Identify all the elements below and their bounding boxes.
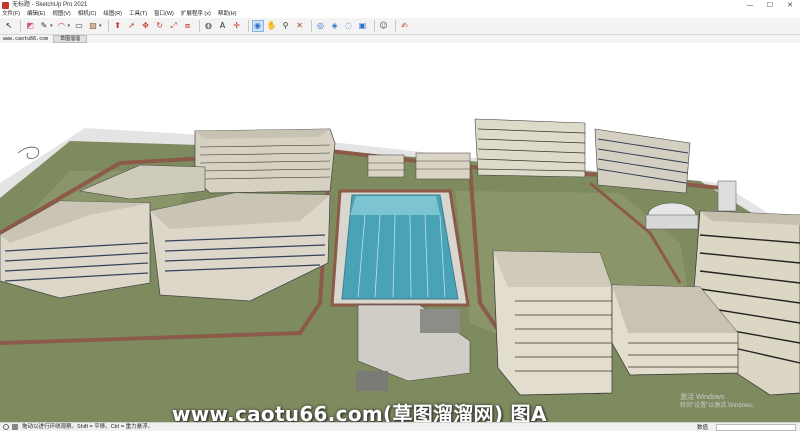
tower-small <box>717 180 737 212</box>
title-bar: 无标题 - SketchUp Pro 2021 — ☐ ✕ <box>0 0 800 10</box>
maximize-button[interactable]: ☐ <box>760 0 780 10</box>
app-logo-icon <box>2 1 9 9</box>
model-viewport[interactable]: www.caotu66.com(草图溜溜网) 图A 激活 Windows 转到"… <box>0 43 800 422</box>
arc-icon[interactable]: ◠ <box>56 20 68 32</box>
toolbar-separator <box>198 20 200 32</box>
info-icon[interactable] <box>3 424 9 430</box>
stairs <box>420 309 460 333</box>
building-small <box>415 152 471 180</box>
menu-item[interactable]: 帮助(H) <box>218 10 237 18</box>
measurements-label: 数值 <box>697 425 709 431</box>
layout-icon[interactable]: ▣ <box>357 20 369 32</box>
menu-item[interactable]: 视图(V) <box>52 10 70 18</box>
toolbar-separator <box>310 20 312 32</box>
watermark-tab-label: www.caotu66.com <box>3 36 49 42</box>
move-icon[interactable]: ✥ <box>140 20 152 32</box>
menu-item[interactable]: 窗口(W) <box>154 10 174 18</box>
site-watermark: www.caotu66.com(草图溜溜网) 图A <box>172 402 547 422</box>
rectangle-icon[interactable]: ▭ <box>73 20 85 32</box>
model-scene <box>0 118 800 422</box>
warehouse-icon[interactable]: ◎ <box>315 20 327 32</box>
zoom-extents-icon[interactable]: ✕ <box>294 20 306 32</box>
main-toolbar: ↖ ◩ ✎ ▾ ◠ ▾ ▭ ▨ ▾ ⬆ ➚ ✥ ↻ ⤢ ⧈ ◍ A ✛ ◉ ✋ ⚲ ✕ ◎ ◈ ◌ ▣ ☺ ✍ <box>0 18 800 35</box>
push-pull-icon[interactable]: ⬆ <box>112 20 124 32</box>
window-controls: — ☐ ✕ <box>740 0 800 10</box>
toolbar-separator <box>394 20 396 32</box>
orbit-icon[interactable]: ◉ <box>251 20 264 32</box>
building-small <box>367 154 405 178</box>
share-model-icon[interactable]: ◌ <box>343 20 355 32</box>
eraser-icon[interactable]: ◩ <box>24 20 36 32</box>
menu-item[interactable]: 编辑(E) <box>27 10 45 18</box>
pool-shallow <box>350 196 440 215</box>
zoom-icon[interactable]: ⚲ <box>280 20 292 32</box>
paint-bucket-icon[interactable]: ▨ <box>87 20 99 32</box>
status-hint: 拖动以进行环绕观察。Shift = 平移。Ctrl = 重力悬浮。 <box>22 423 154 430</box>
scale-icon[interactable]: ⤢ <box>168 20 180 32</box>
menu-item[interactable]: 文件(F) <box>2 10 20 18</box>
scene-tab[interactable]: 草图溜溜 <box>53 35 88 43</box>
sketch-mark <box>17 146 40 159</box>
select-icon[interactable]: ↖ <box>3 20 15 32</box>
extension-warehouse-icon[interactable]: ◈ <box>329 20 341 32</box>
follow-me-icon[interactable]: ➚ <box>126 20 138 32</box>
close-button[interactable]: ✕ <box>780 0 800 10</box>
activation-title: 激活 Windows <box>680 394 725 401</box>
roof <box>493 251 612 287</box>
account-icon[interactable]: ☺ <box>378 20 390 32</box>
menu-item[interactable]: 工具(T) <box>129 10 147 18</box>
tape-measure-icon[interactable]: ◍ <box>203 20 215 32</box>
menu-bar: 文件(F) 编辑(E) 视图(V) 相机(C) 绘图(R) 工具(T) 窗口(W) 扩展程序 … <box>0 10 800 18</box>
geolocation-icon[interactable] <box>12 424 18 430</box>
axes-icon[interactable]: ✛ <box>231 20 243 32</box>
pencil-icon[interactable]: ✎ <box>38 20 50 32</box>
scene-tabs-bar: www.caotu66.com 草图溜溜 <box>0 35 800 43</box>
toolbar-separator <box>247 20 249 32</box>
chevron-down-icon[interactable]: ▾ <box>50 23 53 29</box>
measurements-input[interactable] <box>716 424 796 431</box>
toolbar-separator <box>20 20 21 32</box>
sketchup-window: 无标题 - SketchUp Pro 2021 — ☐ ✕ 文件(F) 编辑(E)… <box>0 0 800 431</box>
minimize-button[interactable]: — <box>740 0 760 10</box>
menu-item[interactable]: 扩展程序 (x) <box>181 10 211 18</box>
menu-item[interactable]: 绘图(R) <box>103 10 122 18</box>
chevron-down-icon[interactable]: ▾ <box>99 23 102 29</box>
toolbar-separator <box>107 20 109 32</box>
text-icon[interactable]: A <box>217 20 229 32</box>
status-bar: 拖动以进行环绕观察。Shift = 平移。Ctrl = 重力悬浮。 数值 <box>0 422 800 431</box>
windows-activation-notice: 激活 Windows 转到"设置"以激活 Windows。 <box>680 393 790 410</box>
dome-base <box>645 214 699 230</box>
window-title: 无标题 - SketchUp Pro 2021 <box>12 2 88 8</box>
steps <box>356 371 388 391</box>
pan-icon[interactable]: ✋ <box>266 20 278 32</box>
edit-note-icon[interactable]: ✍ <box>399 20 411 32</box>
toolbar-separator <box>373 20 375 32</box>
offset-icon[interactable]: ⧈ <box>182 20 194 32</box>
activation-subtitle: 转到"设置"以激活 Windows。 <box>680 403 759 409</box>
chevron-down-icon[interactable]: ▾ <box>68 23 71 29</box>
rotate-icon[interactable]: ↻ <box>154 20 166 32</box>
residential-block <box>474 118 586 178</box>
menu-item[interactable]: 相机(C) <box>78 10 97 18</box>
